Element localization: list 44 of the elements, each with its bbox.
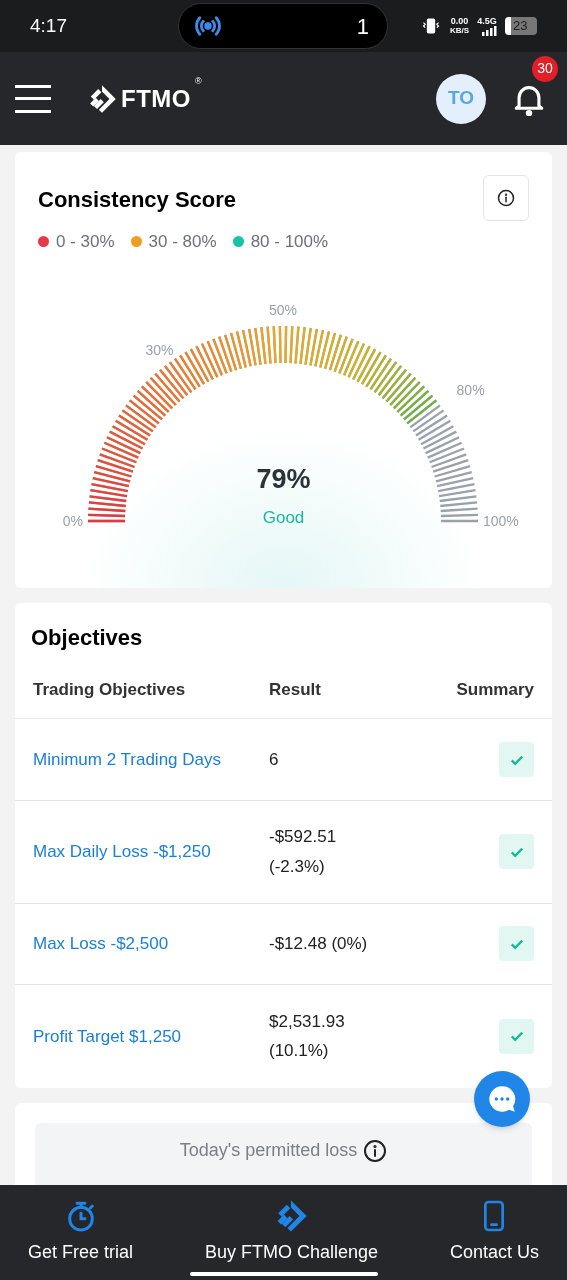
legend-label: 30 - 80% bbox=[148, 231, 217, 253]
logo-text: FTMO bbox=[121, 83, 191, 114]
pill-count: 1 bbox=[356, 12, 370, 41]
result-text: -$592.51 bbox=[269, 826, 338, 849]
logo-icon bbox=[87, 83, 117, 114]
objective-link[interactable]: Max Daily Loss -$1,250 bbox=[33, 838, 269, 865]
column-header: Summary bbox=[456, 679, 534, 702]
nav-item[interactable]: Buy FTMO Challenge bbox=[204, 1199, 379, 1266]
result-text: $2,531.93 bbox=[269, 1011, 346, 1033]
nav-item[interactable]: Get Free trial bbox=[28, 1199, 134, 1266]
menu-button[interactable] bbox=[15, 84, 51, 113]
scale-label: 50% bbox=[269, 301, 297, 318]
scale-label: 100% bbox=[483, 512, 519, 529]
scale-label: 0% bbox=[62, 512, 83, 529]
result-text: (10.1%) bbox=[269, 1040, 330, 1063]
registered-mark: ® bbox=[195, 74, 202, 88]
score-rating: Good bbox=[262, 507, 305, 529]
clock: 4:17 bbox=[30, 13, 68, 38]
scale-label: 80% bbox=[456, 381, 485, 397]
objective-link[interactable]: Minimum 2 Trading Days bbox=[33, 746, 269, 773]
scale-label: 30% bbox=[145, 341, 174, 358]
avatar[interactable]: TO bbox=[436, 73, 486, 124]
net-speed: 0.00 bbox=[450, 17, 469, 26]
objective-link[interactable]: Profit Target $1,250 bbox=[33, 1023, 269, 1050]
card-title: Consistency Score bbox=[38, 186, 237, 214]
network-type: 4.5G bbox=[477, 16, 497, 26]
permitted-loss-label: Today's permitted loss bbox=[179, 1139, 358, 1162]
notification-badge: 30 bbox=[532, 55, 558, 82]
objective-link[interactable]: Max Loss -$2,500 bbox=[33, 931, 269, 957]
info-button[interactable] bbox=[483, 175, 529, 221]
score-value: 79% bbox=[256, 462, 311, 496]
result-text: 6 bbox=[269, 748, 280, 771]
nav-item[interactable]: Contact Us bbox=[449, 1199, 539, 1266]
legend-label: 80 - 100% bbox=[250, 231, 329, 253]
info-icon bbox=[363, 1138, 388, 1163]
legend-label: 0 - 30% bbox=[56, 231, 115, 253]
info-icon bbox=[497, 189, 515, 207]
column-header: Trading Objectives bbox=[33, 679, 187, 702]
net-unit: KB/S bbox=[449, 26, 469, 35]
result-text: -$12.48 (0%) bbox=[269, 933, 369, 956]
battery-level: 23 bbox=[512, 17, 528, 35]
column-header: Result bbox=[269, 679, 322, 702]
card-title: Objectives bbox=[30, 624, 144, 652]
result-text: (-2.3%) bbox=[269, 855, 326, 878]
